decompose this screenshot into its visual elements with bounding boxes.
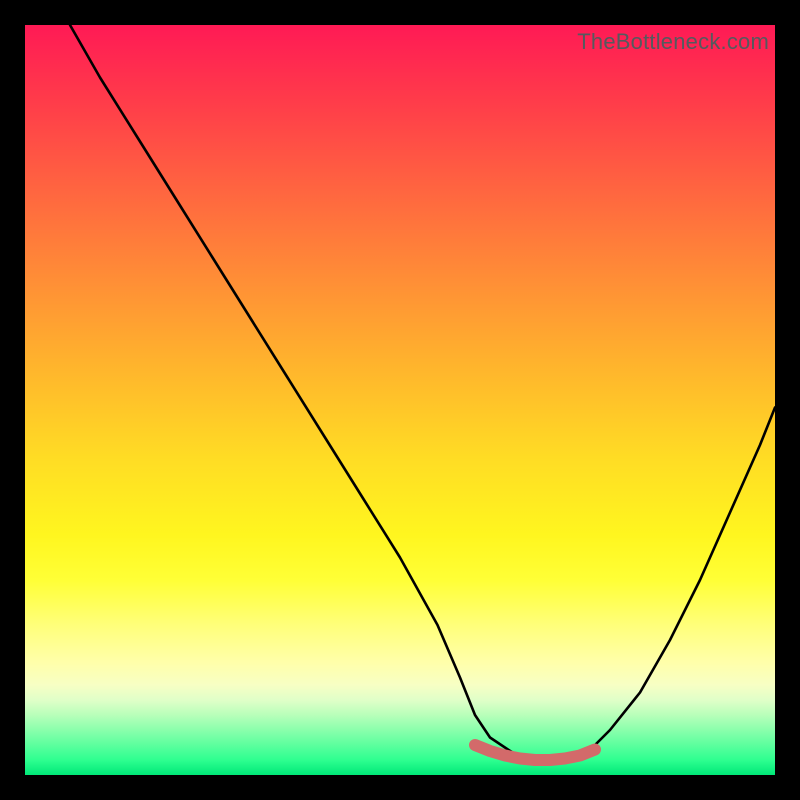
bottleneck-curve-path: [70, 25, 775, 760]
chart-frame: TheBottleneck.com: [0, 0, 800, 800]
chart-svg: [25, 25, 775, 775]
optimal-range-marker-path: [475, 745, 595, 760]
chart-plot-area: TheBottleneck.com: [25, 25, 775, 775]
